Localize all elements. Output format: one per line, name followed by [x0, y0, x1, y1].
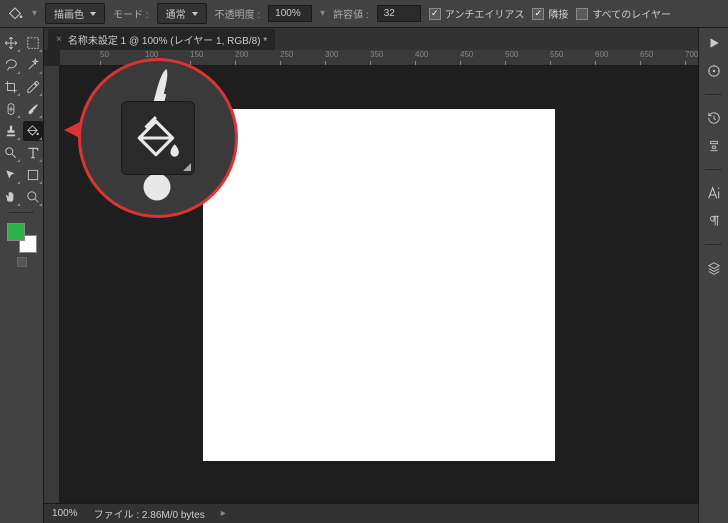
zoom-tool[interactable]: [23, 187, 43, 207]
ruler-tick: 200: [235, 50, 248, 59]
paragraph-panel-icon[interactable]: [705, 212, 723, 230]
ruler-tick: 700: [685, 50, 698, 59]
ruler-tick: 400: [415, 50, 428, 59]
contiguous-label: 隣接: [548, 6, 568, 21]
zoom-level[interactable]: 100%: [52, 508, 78, 519]
ruler-tick: 600: [595, 50, 608, 59]
file-info-value: 2.86M/0 bytes: [142, 510, 205, 521]
active-tool-indicator[interactable]: [6, 5, 24, 23]
move-tool[interactable]: [1, 33, 21, 53]
character-panel-icon[interactable]: [705, 184, 723, 202]
paint-bucket-tool[interactable]: [23, 121, 43, 141]
all-layers-label: すべてのレイヤー: [592, 6, 671, 21]
antialias-checkbox[interactable]: [429, 8, 441, 20]
fill-source-dropdown[interactable]: 描画色: [45, 3, 105, 24]
contiguous-checkbox[interactable]: [532, 8, 544, 20]
circle-icon: [139, 169, 183, 213]
mode-dropdown[interactable]: 通常: [157, 3, 207, 24]
lasso-tool[interactable]: [1, 55, 21, 75]
ruler-tick: 150: [190, 50, 203, 59]
paint-bucket-tool-zoomed: [121, 101, 195, 175]
ruler-tick: 350: [370, 50, 383, 59]
crop-tool[interactable]: [1, 77, 21, 97]
document-tab[interactable]: × 名称未設定 1 @ 100% (レイヤー 1, RGB/8) *: [48, 29, 275, 50]
layers-panel-icon[interactable]: [705, 259, 723, 277]
ruler-tick: 250: [280, 50, 293, 59]
toolbox: [0, 28, 44, 523]
tolerance-input[interactable]: 32: [377, 5, 421, 22]
shape-tool[interactable]: [23, 165, 43, 185]
ruler-tick: 650: [640, 50, 653, 59]
tolerance-label: 許容値 :: [333, 6, 369, 21]
ruler-vertical[interactable]: [44, 66, 60, 503]
eyedropper-tool[interactable]: [23, 77, 43, 97]
opacity-input[interactable]: 100%: [268, 5, 312, 22]
all-layers-checkbox[interactable]: [576, 8, 588, 20]
ruler-tick: 450: [460, 50, 473, 59]
properties-icon[interactable]: [705, 137, 723, 155]
document-tabs: × 名称未設定 1 @ 100% (レイヤー 1, RGB/8) *: [44, 28, 698, 50]
healing-tool[interactable]: [1, 99, 21, 119]
callout-magnifier: [78, 58, 238, 218]
path-tool[interactable]: [1, 165, 21, 185]
brush-tool[interactable]: [23, 99, 43, 119]
dodge-tool[interactable]: [1, 143, 21, 163]
status-bar: 100% ファイル : 2.86M/0 bytes ▸: [44, 503, 698, 523]
hand-tool[interactable]: [1, 187, 21, 207]
ruler-tick: 300: [325, 50, 338, 59]
antialias-label: アンチエイリアス: [445, 6, 525, 21]
ruler-tick: 500: [505, 50, 518, 59]
quick-mask-toggle[interactable]: [17, 257, 27, 267]
history-icon[interactable]: [705, 109, 723, 127]
play-icon[interactable]: [705, 34, 723, 52]
marquee-tool[interactable]: [23, 33, 43, 53]
wand-tool[interactable]: [23, 55, 43, 75]
file-info-label: ファイル :: [94, 510, 140, 521]
compass-icon[interactable]: [705, 62, 723, 80]
type-tool[interactable]: [23, 143, 43, 163]
foreground-swatch[interactable]: [7, 223, 25, 241]
color-swatches[interactable]: [7, 223, 37, 253]
opacity-label: 不透明度 :: [215, 6, 261, 21]
mode-label: モード :: [113, 6, 149, 21]
ruler-tick: 50: [100, 50, 109, 59]
canvas[interactable]: [203, 109, 555, 461]
tab-title: 名称未設定 1 @ 100% (レイヤー 1, RGB/8) *: [68, 32, 267, 47]
stamp-tool[interactable]: [1, 121, 21, 141]
right-panel-dock: [698, 28, 728, 523]
ruler-tick: 550: [550, 50, 563, 59]
options-bar: ▾ 描画色 モード : 通常 不透明度 : 100% ▾ 許容値 : 32 アン…: [0, 0, 728, 28]
